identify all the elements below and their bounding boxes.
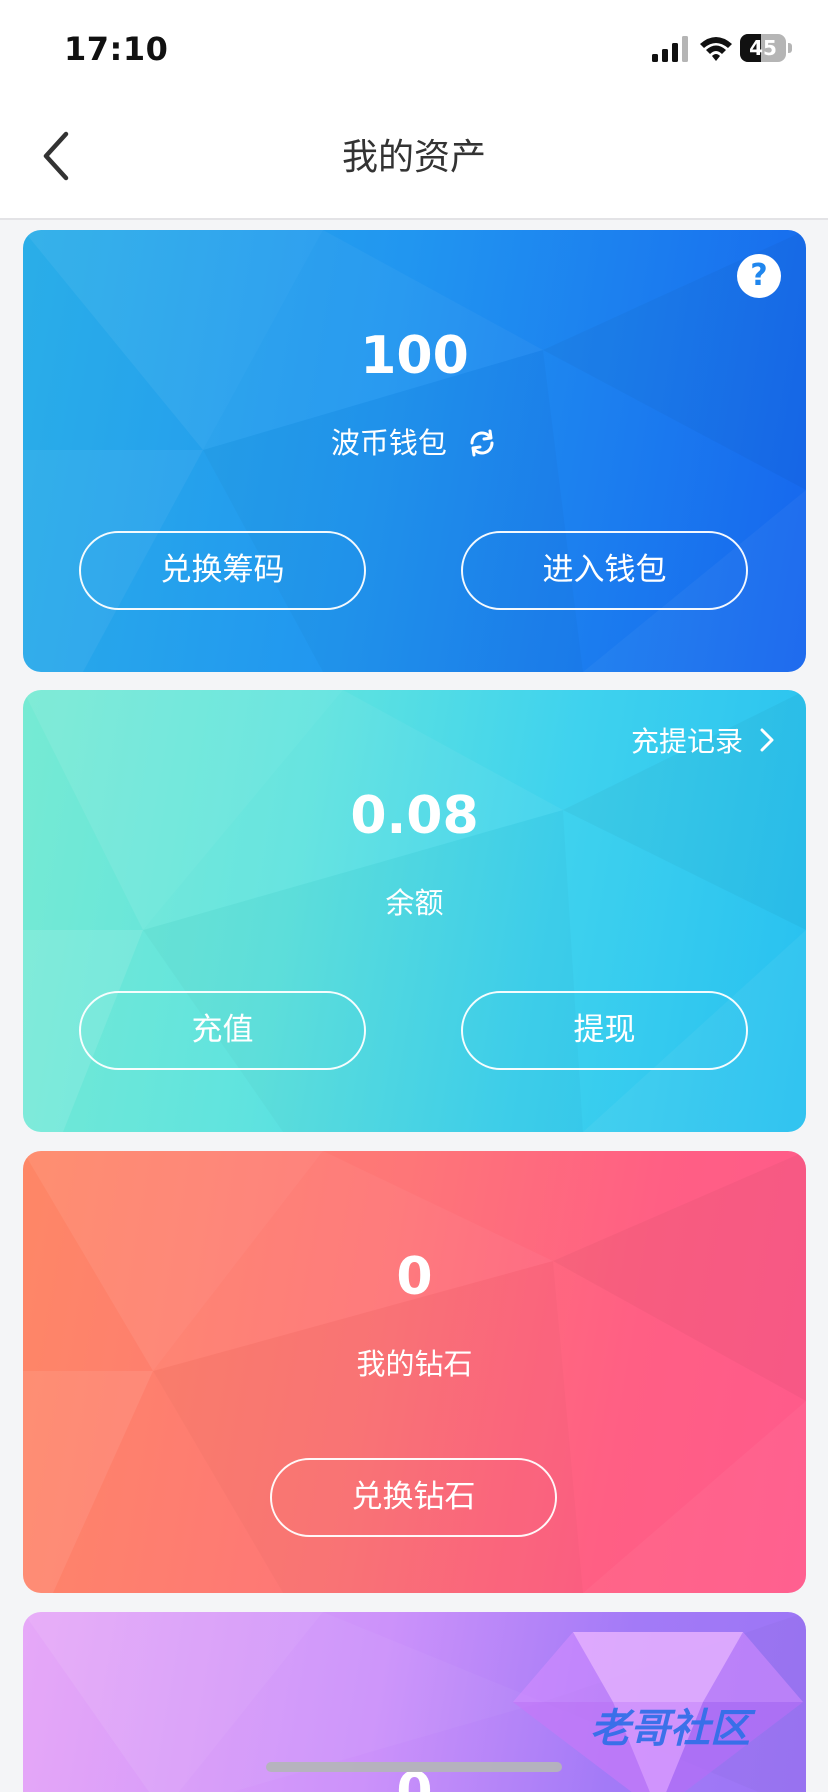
recharge-record-link[interactable]: 充提记录 [631, 720, 776, 760]
wallet-label-row: 波币钱包 [23, 420, 806, 462]
status-time: 17:10 [64, 30, 169, 68]
back-chevron-icon[interactable] [36, 126, 76, 186]
balance-card: 充提记录 0.08 余额 充值 提现 [23, 690, 806, 1132]
wallet-amount: 100 [360, 326, 469, 386]
diamond-amount: 0 [396, 1247, 433, 1307]
battery-level: 45 [749, 36, 777, 60]
record-link-label: 充提记录 [631, 725, 744, 758]
withdraw-button[interactable]: 提现 [461, 991, 748, 1070]
battery-icon: 45 [740, 34, 792, 62]
status-bar: 17:10 45 [0, 0, 828, 96]
wallet-label: 波币钱包 [330, 426, 447, 460]
balance-label: 余额 [385, 886, 444, 920]
home-indicator[interactable] [266, 1762, 562, 1772]
page-title: 我的资产 [341, 137, 486, 178]
recharge-button[interactable]: 充值 [79, 991, 366, 1070]
signal-icon [652, 36, 688, 62]
refresh-icon[interactable] [466, 427, 498, 459]
nav-bar: 我的资产 [0, 96, 828, 220]
wifi-icon [700, 37, 732, 61]
diamond-card: 0 我的钻石 兑换钻石 [23, 1151, 806, 1593]
exchange-diamond-button[interactable]: 兑换钻石 [270, 1458, 557, 1537]
help-icon[interactable]: ? [737, 254, 781, 298]
exchange-chips-button[interactable]: 兑换筹码 [79, 531, 366, 610]
watermark-logo: 老哥社区 [590, 1706, 750, 1752]
enter-wallet-button[interactable]: 进入钱包 [461, 531, 748, 610]
balance-amount: 0.08 [350, 786, 479, 846]
chevron-right-icon [760, 728, 774, 752]
diamond-label: 我的钻石 [356, 1347, 473, 1381]
wallet-card: ? 100 波币钱包 兑换筹码 进入钱包 [23, 230, 806, 672]
